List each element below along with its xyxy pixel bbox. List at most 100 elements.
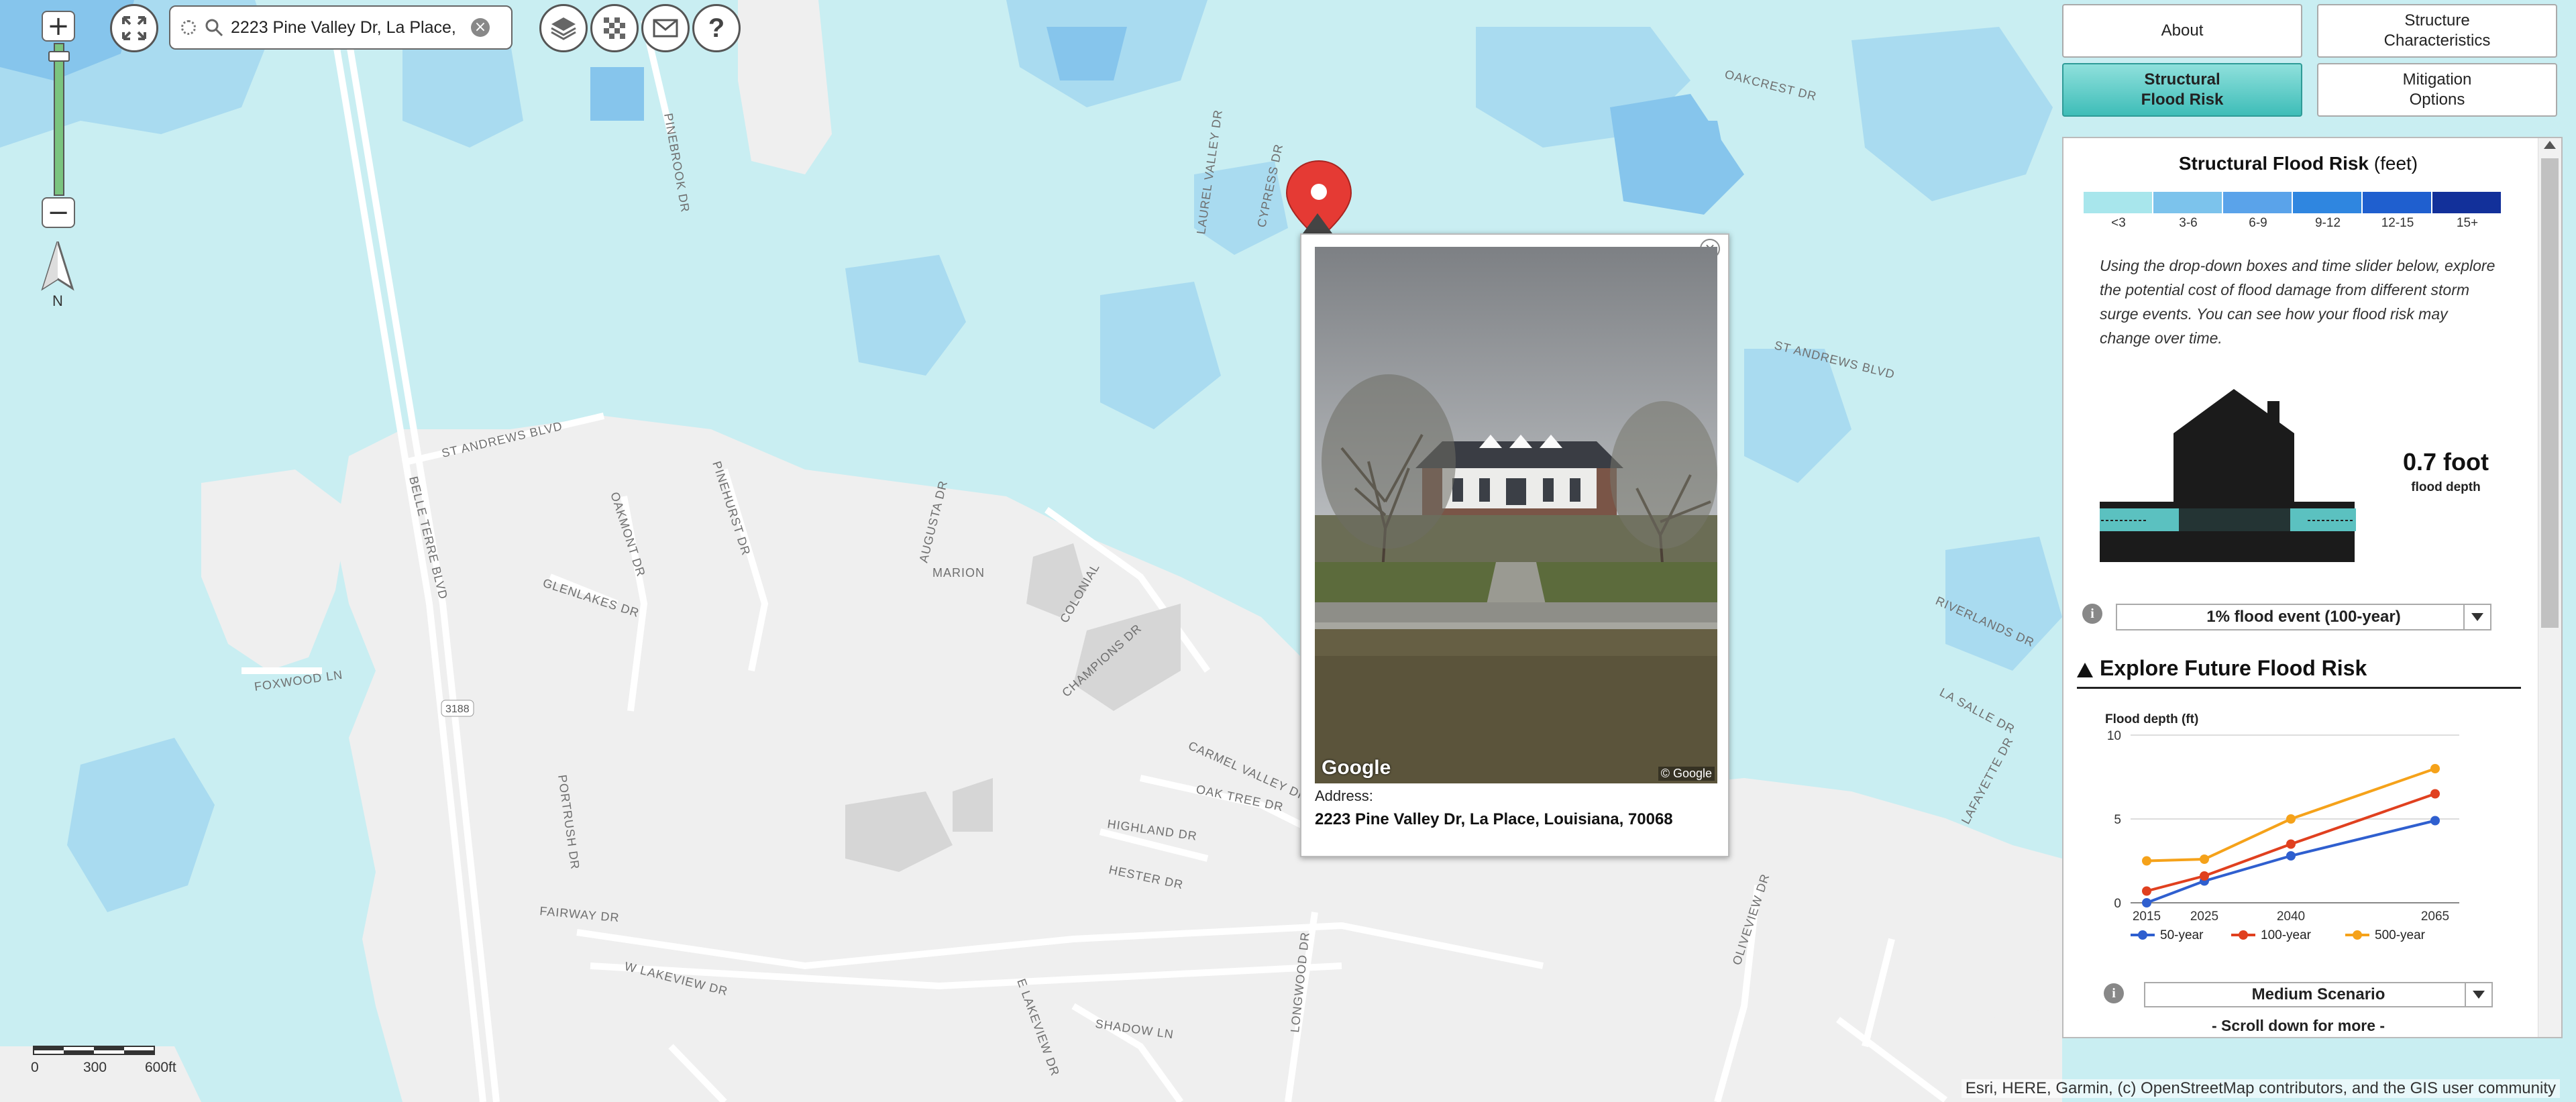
chart-xtick-2015: 2015 <box>2133 910 2161 924</box>
route-shield-3188: 3188 <box>445 704 470 715</box>
basemap-icon <box>604 17 625 39</box>
flood-depth-label: flood depth <box>2411 480 2481 494</box>
scroll-hint: - Scroll down for more - <box>2211 1017 2385 1034</box>
north-arrow: N <box>40 237 75 309</box>
scrollbar-thumb[interactable] <box>2541 158 2559 628</box>
zoom-slider-thumb[interactable] <box>48 51 70 62</box>
chart-series-line-50-year <box>2146 819 2436 904</box>
explore-future-section-header[interactable]: Explore Future Flood Risk <box>2077 655 2521 689</box>
collapse-triangle-icon <box>2077 663 2093 677</box>
google-logo: Google <box>1322 757 1391 779</box>
chart-ytick-0: 0 <box>2114 897 2121 911</box>
address-search[interactable]: × <box>169 5 513 50</box>
chart-point-50-year-2040 <box>2286 851 2296 861</box>
layers-button[interactable] <box>539 4 588 52</box>
chart-legend-label-50-year: 50-year <box>2160 928 2204 942</box>
chart-point-100-year-2040 <box>2286 839 2296 849</box>
flood-risk-panel[interactable]: Structural Flood Risk (feet) <3 3-6 6-9 9-1… <box>2062 137 2563 1038</box>
legend-swatch-4 <box>2363 192 2431 213</box>
panel-title-unit: (feet) <box>2373 153 2418 174</box>
north-arrow-icon: N <box>41 237 74 309</box>
tab-about-label: About <box>2161 21 2204 40</box>
chevron-down-icon <box>2463 605 2490 629</box>
fullscreen-button[interactable] <box>110 4 158 52</box>
chart-point-100-year-2025 <box>2200 871 2209 881</box>
chart-legend-marker-100-year <box>2239 930 2248 940</box>
help-icon: ? <box>708 13 725 43</box>
scale-bar <box>33 1046 155 1055</box>
north-label: N <box>52 292 63 309</box>
legend-swatch-2 <box>2223 192 2292 213</box>
explore-future-header: Explore Future Flood Risk <box>2100 656 2367 680</box>
chart-xtick-2040: 2040 <box>2277 910 2305 924</box>
chart-point-50-year-2065 <box>2430 816 2440 826</box>
legend-swatch-0 <box>2084 192 2152 213</box>
panel-scrollbar[interactable] <box>2538 138 2561 1037</box>
flood-event-value: 1% flood event (100-year) <box>2206 608 2401 626</box>
help-button[interactable]: ? <box>692 4 741 52</box>
chart-legend-marker-500-year <box>2353 930 2362 940</box>
search-input[interactable] <box>229 17 467 38</box>
legend-label-2: 6-9 <box>2249 216 2267 230</box>
panel-description: Using the drop-down boxes and time slide… <box>2100 257 2496 347</box>
chart-ytick-10: 10 <box>2107 729 2121 743</box>
chart-point-500-year-2025 <box>2200 855 2209 864</box>
legend-label-0: <3 <box>2111 216 2126 230</box>
legend-label-5: 15+ <box>2456 216 2479 230</box>
zoom-out-button[interactable]: − <box>42 197 75 228</box>
zoom-in-label: + <box>47 11 70 42</box>
chart-point-100-year-2015 <box>2142 886 2151 896</box>
zoom-out-label: − <box>47 197 70 228</box>
email-button[interactable] <box>641 4 690 52</box>
street-marion: MARION <box>932 566 985 580</box>
scenario-info-icon[interactable]: i <box>2104 983 2124 1003</box>
locate-icon[interactable] <box>181 20 196 35</box>
chart-xtick-2025: 2025 <box>2190 910 2218 924</box>
chart-legend-marker-50-year <box>2138 930 2147 940</box>
legend-swatch-3 <box>2293 192 2361 213</box>
scale-label-0: 0 <box>31 1060 39 1075</box>
mail-icon <box>653 19 678 38</box>
chart-point-500-year-2040 <box>2286 814 2296 824</box>
legend-label-3: 9-12 <box>2314 216 2341 230</box>
route-shield: 3188 <box>441 700 474 717</box>
chart-ytick-5: 5 <box>2114 813 2121 827</box>
chart-xtick-2065: 2065 <box>2421 910 2449 924</box>
chart-legend-label-500-year: 500-year <box>2375 928 2426 942</box>
tab-structure-characteristics[interactable]: Structure Characteristics <box>2317 4 2557 58</box>
zoom-in-button[interactable]: + <box>42 11 75 42</box>
legend-label-1: 3-6 <box>2179 216 2198 230</box>
chart-point-500-year-2015 <box>2142 856 2151 866</box>
scenario-value: Medium Scenario <box>2251 985 2385 1003</box>
clear-search-icon[interactable]: × <box>471 18 490 37</box>
panel-title: Structural Flood Risk (feet) <box>2063 153 2533 174</box>
basemap-button[interactable] <box>590 4 639 52</box>
fullscreen-icon <box>122 16 146 40</box>
scenario-select[interactable]: Medium Scenario <box>2144 982 2493 1007</box>
legend-swatch-5 <box>2432 192 2501 213</box>
scale-label-300: 300 <box>83 1060 107 1075</box>
address-popup: × <box>1300 233 1729 857</box>
street-view-photo[interactable]: Google © Google <box>1315 247 1717 783</box>
tab-about[interactable]: About <box>2062 4 2302 58</box>
search-icon[interactable] <box>204 17 224 38</box>
zoom-slider-track[interactable] <box>54 43 64 196</box>
panel-title-bold: Structural Flood Risk <box>2178 153 2369 174</box>
tab-mitigation-options[interactable]: Mitigation Options <box>2317 63 2557 117</box>
flood-event-select[interactable]: 1% flood event (100-year) <box>2116 604 2491 630</box>
address-label: Address: <box>1315 787 1373 804</box>
address-value: 2223 Pine Valley Dr, La Place, Louisiana… <box>1315 810 1673 828</box>
tab-mitigation-options-label: Mitigation Options <box>2402 70 2472 109</box>
chevron-down-icon <box>2465 983 2491 1006</box>
event-info-icon[interactable]: i <box>2082 604 2102 624</box>
chart-point-500-year-2065 <box>2430 764 2440 773</box>
future-flood-chart: Flood depth (ft) 0 5 10 2015 2025 2040 2065 50-y… <box>2105 712 2459 942</box>
tab-structural-flood-risk[interactable]: Structural Flood Risk <box>2062 63 2302 117</box>
house-photo-image <box>1315 247 1717 783</box>
google-copyright: © Google <box>1658 767 1715 781</box>
chart-legend-label-100-year: 100-year <box>2261 928 2312 942</box>
legend-label-4: 12-15 <box>2381 216 2414 230</box>
scroll-up-icon[interactable] <box>2544 141 2556 149</box>
tab-structure-characteristics-label: Structure Characteristics <box>2383 11 2491 50</box>
scale-label-600ft: 600ft <box>145 1060 176 1075</box>
